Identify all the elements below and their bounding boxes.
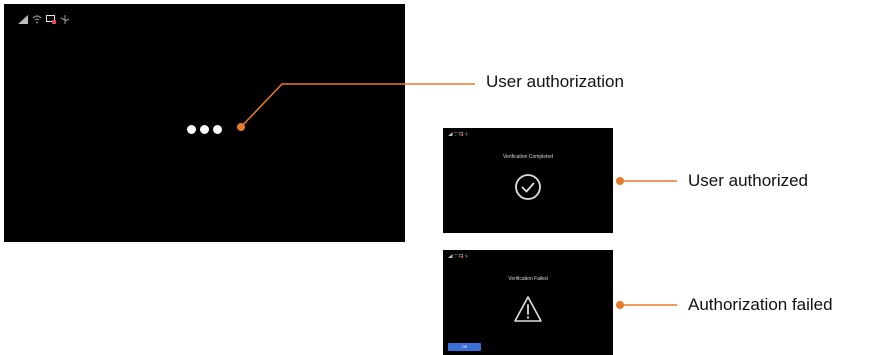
- success-title: Verification Completed: [502, 154, 554, 160]
- main-screen: [4, 4, 405, 242]
- callout-user-authorized: User authorized: [688, 171, 809, 190]
- loading-dot: [187, 125, 196, 134]
- usb-icon: [464, 132, 469, 137]
- connector-dot: [616, 301, 624, 309]
- usb-icon: [60, 15, 70, 24]
- check-circle-icon: [515, 174, 541, 200]
- callout-authorization-failed: Authorization failed: [688, 295, 833, 314]
- wifi-icon: [32, 15, 42, 24]
- phone-projection-icon: [458, 254, 464, 259]
- usb-icon: [464, 254, 469, 259]
- failure-title: Verification Failed: [508, 276, 548, 282]
- phone-projection-icon: [46, 15, 56, 24]
- signal-icon: [448, 254, 453, 259]
- callout-user-authorization: User authorization: [486, 72, 624, 91]
- failure-screen: Verification Failed OK: [443, 250, 613, 355]
- ok-button[interactable]: OK: [448, 343, 481, 351]
- wifi-icon: [453, 132, 458, 136]
- loading-dots: [187, 125, 222, 134]
- wifi-icon: [453, 254, 458, 258]
- signal-icon: [18, 15, 28, 24]
- signal-icon: [448, 132, 453, 137]
- loading-dot: [200, 125, 209, 134]
- status-bar: [448, 254, 469, 259]
- status-bar: [18, 15, 70, 24]
- success-screen: Verification Completed: [443, 128, 613, 233]
- loading-dot: [213, 125, 222, 134]
- phone-projection-icon: [458, 132, 464, 137]
- warning-triangle-icon: [514, 296, 542, 322]
- connector-dot: [616, 177, 624, 185]
- status-bar: [448, 132, 469, 137]
